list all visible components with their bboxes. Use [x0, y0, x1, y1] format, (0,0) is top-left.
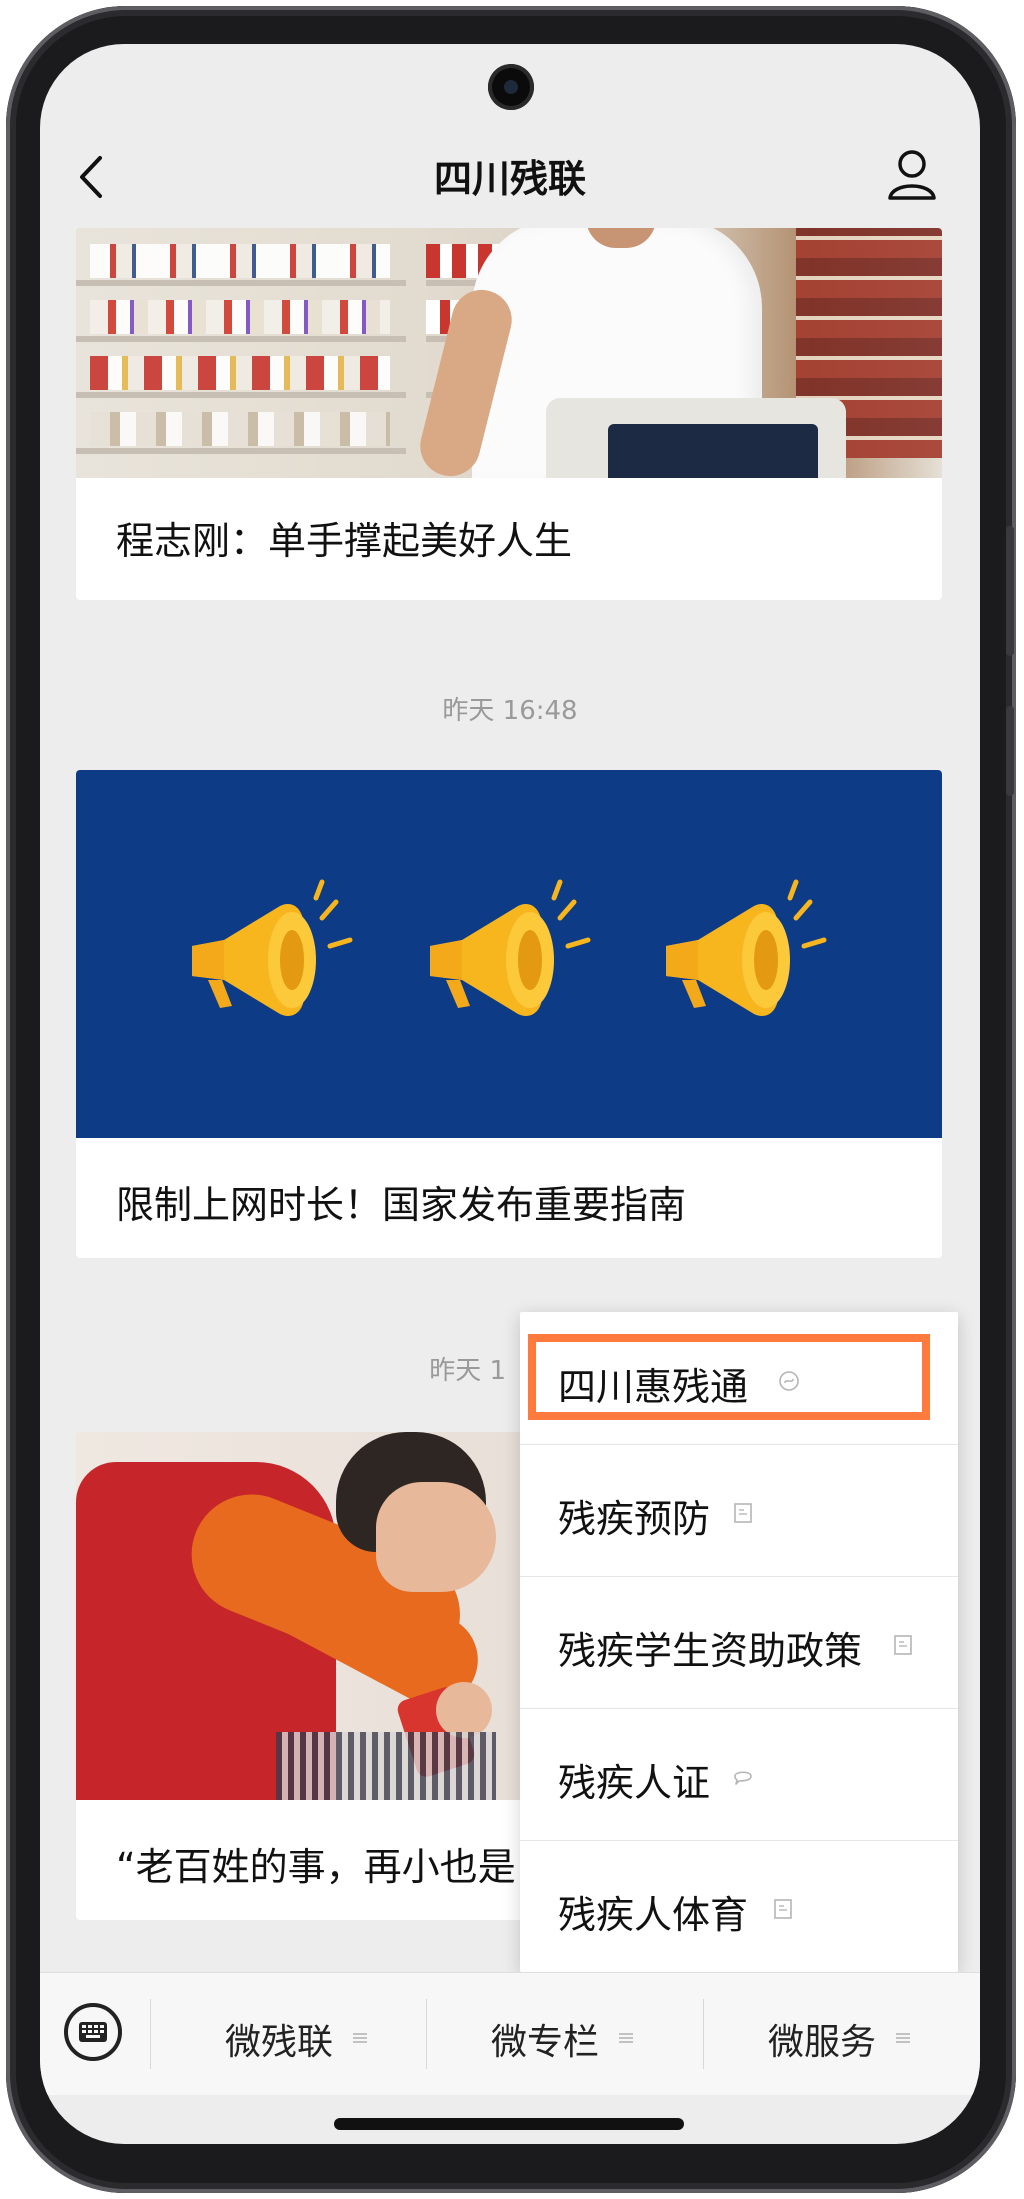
article-card[interactable]: 限制上网时长！国家发布重要指南	[76, 770, 942, 1258]
front-camera	[488, 64, 534, 110]
timestamp: 昨天 16:48	[442, 696, 578, 726]
megaphone-icon	[666, 882, 824, 1016]
megaphone-icon	[430, 882, 588, 1016]
menu-wei-zhuanlan[interactable]: 微专栏	[427, 1973, 703, 2095]
power-button	[1006, 706, 1014, 796]
keyboard-toggle-button[interactable]	[64, 2003, 122, 2061]
article-image-megaphones	[76, 770, 942, 1138]
article-image-shop	[76, 228, 942, 478]
submenu-item-disability-sports[interactable]: 残疾人体育	[520, 1840, 958, 1972]
article-icon	[734, 1503, 752, 1523]
menu-label: 微残联	[225, 2022, 334, 2063]
nav-bar: 四川残联	[40, 134, 980, 220]
bottom-menu-bar: 微残联 微专栏 微服务	[40, 1972, 980, 2095]
menu-lines-icon	[619, 2033, 633, 2043]
menu-label: 微服务	[768, 2022, 877, 2063]
screen: 四川残联 程志刚：单手撑起美好人生 昨天 16:48 限制上网时长！国家发布重要…	[40, 44, 980, 2144]
page-title: 四川残联	[433, 157, 586, 201]
megaphone-icon-group	[76, 770, 942, 1138]
submenu-popup: 四川惠残通 残疾预防 残疾学生资助政策 残疾人证 残疾人体育	[520, 1312, 958, 1972]
volume-button	[1006, 526, 1014, 656]
home-indicator[interactable]	[334, 2118, 684, 2130]
submenu-item-sichuan-huicantong[interactable]: 四川惠残通	[520, 1312, 958, 1444]
menu-lines-icon	[353, 2033, 367, 2043]
submenu-item-disability-certificate[interactable]: 残疾人证	[520, 1708, 958, 1840]
menu-label: 微专栏	[491, 2022, 600, 2063]
profile-button[interactable]	[882, 144, 942, 204]
megaphone-icon	[192, 882, 350, 1016]
article-icon	[774, 1899, 792, 1919]
article-icon	[894, 1635, 912, 1655]
timestamp: 昨天 1	[429, 1356, 506, 1386]
submenu-item-disability-prevention[interactable]: 残疾预防	[520, 1444, 958, 1576]
article-title: 程志刚：单手撑起美好人生	[116, 519, 573, 563]
chat-bubble-icon	[734, 1771, 752, 1785]
article-title: 限制上网时长！国家发布重要指南	[116, 1183, 687, 1227]
mini-program-icon	[779, 1371, 799, 1391]
article-title: “老百姓的事，再小也是	[116, 1845, 516, 1889]
submenu-item-label: 四川惠残通	[558, 1365, 749, 1409]
submenu-item-label: 残疾学生资助政策	[558, 1629, 863, 1673]
submenu-item-label: 残疾人证	[558, 1761, 711, 1805]
menu-wei-fuwu[interactable]: 微服务	[704, 1973, 980, 2095]
article-card[interactable]: 程志刚：单手撑起美好人生	[76, 228, 942, 600]
keyboard-icon	[79, 2022, 107, 2042]
menu-wei-canlian[interactable]: 微残联	[151, 1973, 426, 2095]
menu-lines-icon	[896, 2033, 910, 2043]
user-icon	[888, 150, 936, 200]
submenu-item-label: 残疾预防	[558, 1497, 711, 1541]
submenu-item-label: 残疾人体育	[558, 1893, 749, 1937]
submenu-item-student-aid-policy[interactable]: 残疾学生资助政策	[520, 1576, 958, 1708]
